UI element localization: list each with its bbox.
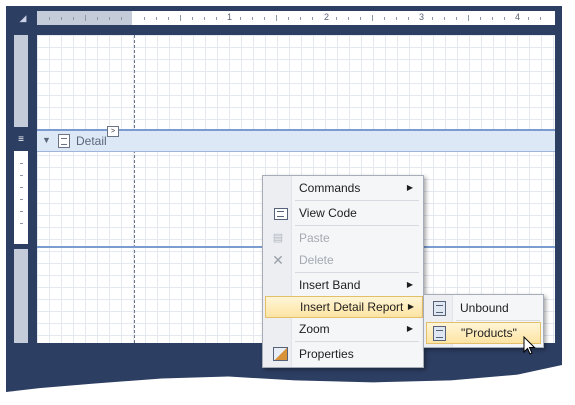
menu-item-label: Unbound (460, 301, 509, 315)
ruler-tick (85, 15, 86, 21)
ruler-tick (276, 15, 277, 21)
ruler-tick (264, 17, 265, 20)
ruler-tick (156, 17, 157, 20)
ruler-margin (14, 249, 28, 343)
ruler-tick (20, 223, 23, 224)
ruler-tick (480, 17, 481, 20)
menu-item-label: Insert Band (299, 278, 361, 292)
band-label: Detail (76, 134, 107, 148)
ruler-margin (14, 35, 28, 127)
ruler-tick (20, 187, 23, 188)
context-menu: Commands ▶ View Code ▤ Paste ✕ Delete In… (262, 175, 424, 368)
ruler-tick (61, 17, 62, 20)
vertical-ruler-detail-band (14, 151, 28, 244)
submenu-arrow-icon: ▶ (406, 280, 413, 289)
ruler-number: 1 (227, 12, 233, 22)
ruler-tick (73, 17, 74, 20)
ruler-tick (384, 17, 385, 20)
page-margin-line (134, 35, 135, 343)
ruler-tick (348, 17, 349, 20)
submenu-item-unbound[interactable]: Unbound (426, 297, 541, 319)
vertical-ruler-bottom-band (14, 249, 28, 343)
ruler-tick (468, 15, 469, 21)
ruler-tick (20, 175, 23, 176)
ruler-tick (528, 17, 529, 20)
ruler-tick (252, 17, 253, 20)
ruler-tick (180, 15, 181, 21)
ruler-tick (300, 17, 301, 20)
menu-separator (295, 272, 419, 273)
menu-item-insert-band[interactable]: Insert Band ▶ (265, 274, 421, 296)
menu-item-properties[interactable]: Properties (265, 343, 421, 365)
menu-item-label: Insert Detail Report (300, 300, 404, 314)
ruler-tick (456, 17, 457, 20)
ruler-tick (49, 17, 50, 20)
vertical-ruler-top-band (14, 35, 28, 127)
ruler-tick (144, 17, 145, 20)
menu-item-paste[interactable]: ▤ Paste (265, 227, 421, 249)
menu-item-label: Delete (299, 253, 334, 267)
report-icon (433, 326, 446, 341)
menu-item-commands[interactable]: Commands ▶ (265, 177, 421, 199)
menu-item-label: Zoom (299, 322, 330, 336)
collapse-triangle-icon[interactable]: ◢ (12, 11, 34, 26)
submenu-arrow-icon: ▶ (407, 302, 414, 311)
properties-icon (273, 347, 288, 361)
ruler-tick (432, 17, 433, 20)
ruler-tick (216, 17, 217, 20)
ruler-tick (372, 15, 373, 21)
menu-separator (295, 200, 419, 201)
menu-item-label: "Products" (461, 326, 517, 340)
ruler-number: 2 (324, 12, 330, 22)
ruler-tick (192, 17, 193, 20)
band-icon (58, 134, 70, 148)
menu-separator (295, 225, 419, 226)
band-menu-icon[interactable]: ≡ (14, 133, 28, 147)
ruler-number: 4 (515, 12, 521, 22)
submenu-arrow-icon: ▶ (406, 183, 413, 192)
ruler-tick (20, 163, 23, 164)
paste-icon: ▤ (272, 232, 284, 244)
menu-item-label: Properties (299, 347, 354, 361)
ruler-tick (240, 17, 241, 20)
ruler-tick (20, 211, 23, 212)
delete-icon: ✕ (272, 252, 284, 268)
ruler-tick (204, 17, 205, 20)
horizontal-ruler: 1 2 3 4 (37, 11, 555, 25)
menu-item-delete[interactable]: ✕ Delete (265, 249, 421, 271)
ruler-tick (492, 17, 493, 20)
submenu-arrow-icon: ▶ (406, 324, 413, 333)
view-code-icon (274, 208, 288, 220)
menu-item-view-code[interactable]: View Code (265, 202, 421, 224)
ruler-tick (168, 17, 169, 20)
ruler-tick (121, 17, 122, 20)
ruler-tick (408, 17, 409, 20)
ruler-tick (504, 17, 505, 20)
report-icon (433, 301, 446, 316)
ruler-tick (396, 17, 397, 20)
ruler-tick (444, 17, 445, 20)
menu-item-label: View Code (299, 206, 357, 220)
menu-separator (295, 341, 419, 342)
mouse-cursor-icon (523, 336, 536, 355)
smart-tag-icon[interactable]: > (107, 126, 119, 137)
menu-item-insert-detail-report[interactable]: Insert Detail Report ▶ (265, 296, 423, 318)
menu-separator (456, 320, 540, 321)
ruler-tick (20, 199, 23, 200)
ruler-tick (336, 17, 337, 20)
ruler-number: 3 (419, 12, 425, 22)
ruler-tick (109, 17, 110, 20)
ruler-tick (540, 17, 541, 20)
ruler-tick (360, 17, 361, 20)
ruler-tick (312, 17, 313, 20)
collapse-arrow-icon[interactable]: ▼ (42, 135, 51, 145)
menu-item-zoom[interactable]: Zoom ▶ (265, 318, 421, 340)
menu-item-label: Paste (299, 231, 330, 245)
ruler-tick (288, 17, 289, 20)
menu-item-label: Commands (299, 181, 361, 195)
ruler-tick (97, 17, 98, 20)
